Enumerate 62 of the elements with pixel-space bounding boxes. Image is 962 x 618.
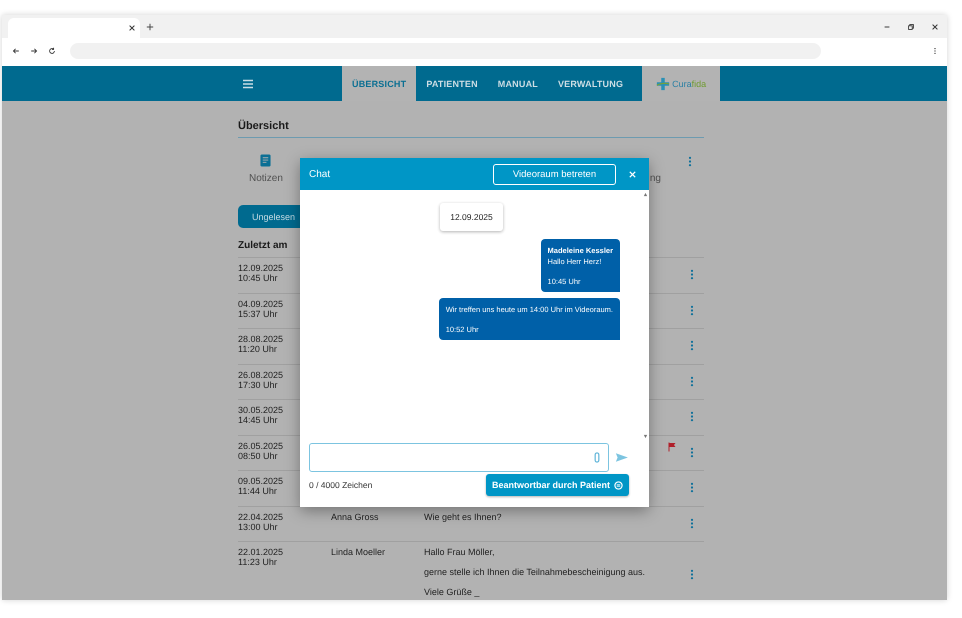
note-icon: [260, 154, 272, 167]
time-text: 13:00 Uhr: [238, 522, 278, 532]
more-options-icon[interactable]: [690, 411, 694, 422]
more-options-icon[interactable]: [690, 446, 694, 458]
notes-tab[interactable]: Notizen: [249, 154, 283, 184]
time-text: 15:37 Uhr: [238, 308, 278, 318]
message-text: Wie geht es Ihnen?: [424, 512, 502, 522]
new-tab-icon[interactable]: [146, 23, 154, 31]
date-text: 22.01.2025: [238, 547, 284, 557]
date-chip: 12.09.2025: [440, 203, 503, 231]
character-counter: 0 / 4000 Zeichen: [309, 480, 372, 490]
message-text: gerne stelle ich Ihnen die Teilnahmebescheinigung aus.: [424, 567, 645, 578]
send-icon[interactable]: [615, 452, 629, 463]
more-options-icon[interactable]: [690, 376, 694, 387]
time-text: 14:45 Uhr: [238, 415, 278, 425]
close-icon[interactable]: [128, 24, 136, 32]
nav-tab[interactable]: ÜBERSICHT: [342, 66, 416, 101]
time-text: 08:50 Uhr: [238, 450, 278, 460]
date-text: 09.05.2025: [238, 476, 284, 486]
time-text: 11:44 Uhr: [238, 486, 277, 496]
logo-text: Curafida: [672, 78, 706, 88]
more-options-icon[interactable]: [690, 269, 694, 280]
date-text: 22.04.2025: [238, 512, 284, 522]
more-options-icon[interactable]: [690, 518, 694, 529]
time-text: 10:45 Uhr: [238, 273, 278, 283]
sender-name: Anna Gross: [331, 512, 379, 522]
scroll-down-icon[interactable]: [642, 434, 648, 439]
cross-icon: [656, 76, 670, 90]
nav-tab[interactable]: PATIENTEN: [416, 66, 488, 101]
forward-arrow-icon[interactable]: [30, 47, 38, 55]
more-options-icon[interactable]: [690, 340, 694, 352]
paperclip-icon[interactable]: [594, 452, 600, 463]
message-text: Viele Grüße _: [424, 587, 480, 598]
message-text: Hallo Frau Möller,: [424, 547, 495, 558]
date-text: 26.08.2025: [238, 370, 284, 380]
reply-permission-button[interactable]: Beantwortbar durch Patient: [486, 474, 629, 496]
tab-label[interactable]: ng: [650, 173, 661, 184]
nav-tab[interactable]: MANUAL: [488, 66, 548, 101]
more-options-icon[interactable]: [688, 156, 692, 167]
video-room-button[interactable]: Videoraum betreten: [493, 164, 616, 184]
more-options-icon[interactable]: [690, 482, 694, 494]
date-text: 04.09.2025: [238, 298, 284, 308]
reload-icon[interactable]: [48, 47, 56, 55]
page-title: Übersicht: [238, 101, 704, 138]
time-text: 11:20 Uhr: [238, 344, 277, 354]
date-text: 30.05.2025: [238, 405, 284, 415]
date-text: 12.09.2025: [238, 263, 284, 273]
nav-tab[interactable]: VERWALTUNG: [548, 66, 634, 101]
more-options-icon[interactable]: [690, 304, 694, 316]
date-text: 28.08.2025: [238, 334, 284, 344]
time-text: 11:23 Uhr: [238, 557, 277, 567]
restore-icon[interactable]: [907, 23, 915, 31]
time-text: 17:30 Uhr: [238, 380, 278, 390]
logo[interactable]: Curafida: [642, 66, 720, 101]
close-icon[interactable]: [931, 23, 939, 31]
back-arrow-icon[interactable]: [12, 47, 20, 55]
more-options-icon[interactable]: [690, 568, 694, 580]
scroll-up-icon[interactable]: [642, 192, 648, 197]
sender-name: Linda Moeller: [331, 547, 386, 558]
dialog-title: Chat: [309, 168, 332, 180]
message-input[interactable]: [309, 443, 610, 472]
date-text: 26.05.2025: [238, 440, 284, 450]
